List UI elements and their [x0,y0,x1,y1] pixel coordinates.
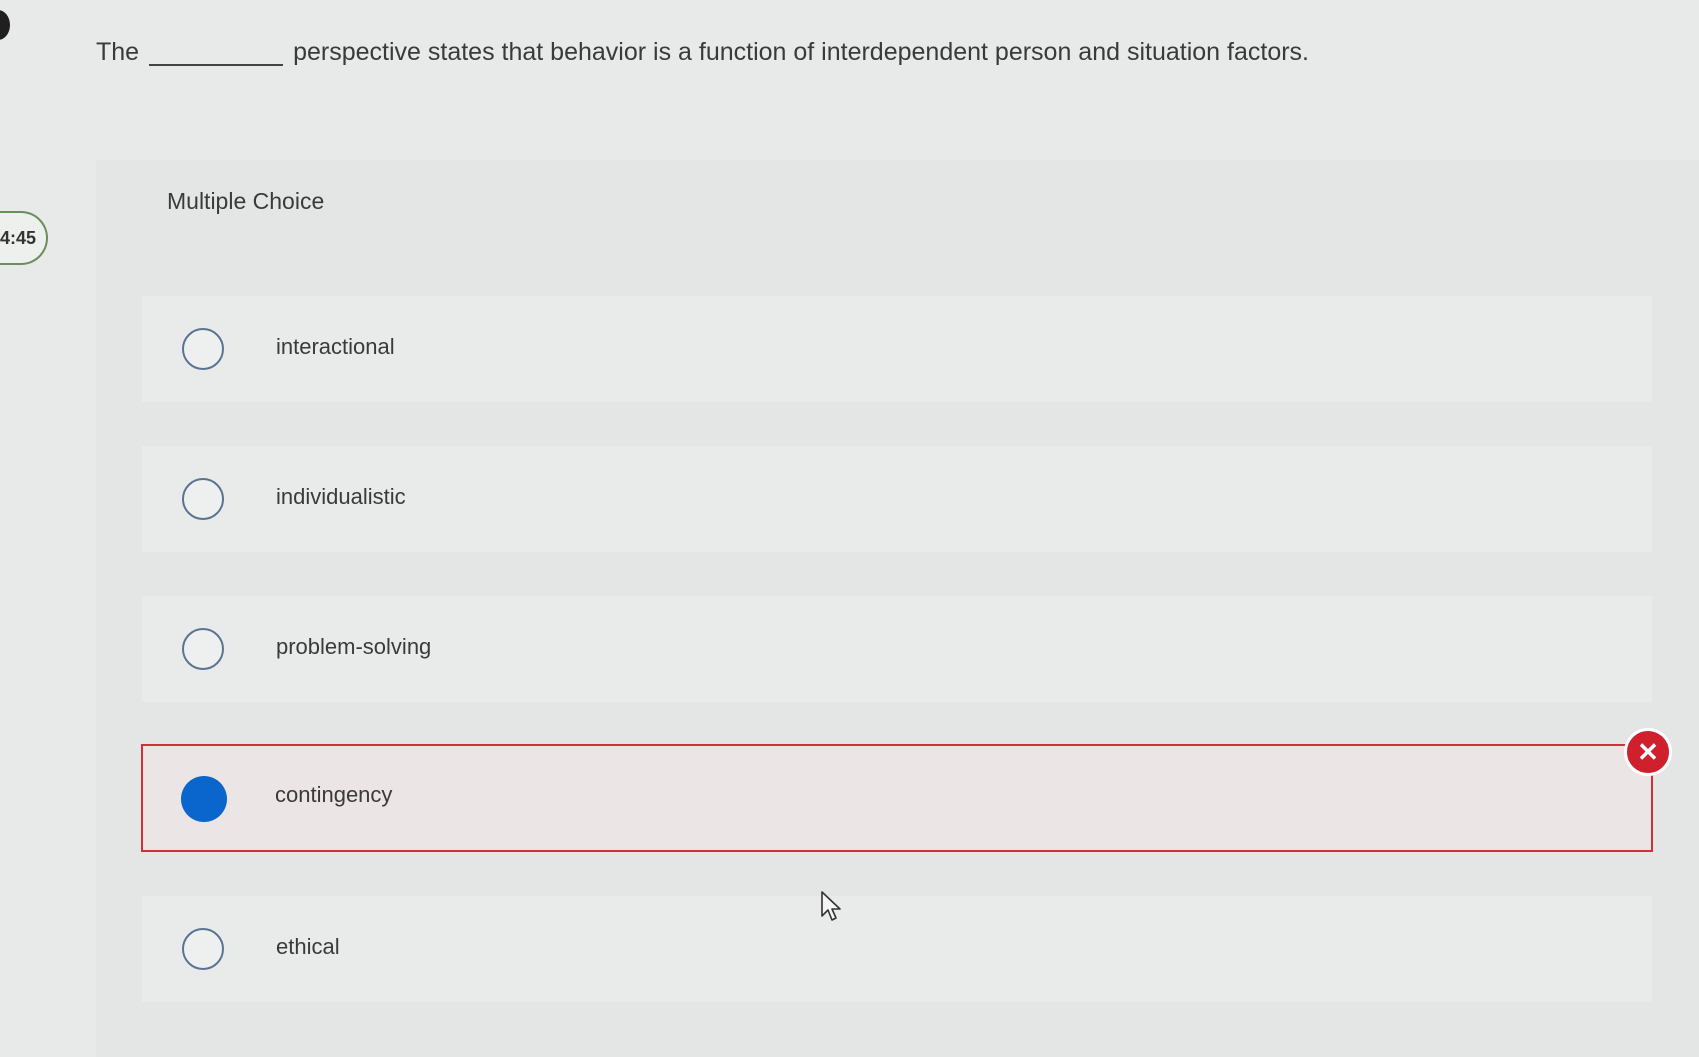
answer-option-interactional[interactable]: interactional [142,296,1652,402]
answer-option-label: interactional [276,334,395,359]
question-type-label: Multiple Choice [167,188,325,214]
radio-button[interactable] [182,478,224,520]
answer-option-contingency[interactable]: contingency [141,744,1653,852]
timer-text: 4:45 [0,227,36,248]
radio-button-selected[interactable] [181,776,227,822]
answer-option-ethical[interactable]: ethical [142,896,1652,1002]
multiple-choice-panel: Multiple Choice interactional individual… [96,160,1699,1057]
answer-option-label: problem-solving [276,634,432,659]
question-prefix: The [96,38,140,66]
timer-badge: 4:45 [0,211,48,265]
radio-button[interactable] [182,328,224,370]
question-prompt: The perspective states that behavior is a… [96,38,1309,67]
status-dot [0,10,10,40]
close-icon: ✕ [1624,728,1672,776]
radio-button[interactable] [182,628,224,670]
answer-option-individualistic[interactable]: individualistic [142,446,1652,552]
question-suffix: perspective states that behavior is a fu… [293,38,1309,66]
question-blank [149,64,284,66]
answer-option-label: contingency [275,782,393,807]
mouse-pointer-icon [821,891,841,921]
answer-option-label: individualistic [276,484,406,509]
answer-option-problem-solving[interactable]: problem-solving [142,596,1652,702]
radio-button[interactable] [182,928,224,970]
answer-option-label: ethical [276,934,340,959]
